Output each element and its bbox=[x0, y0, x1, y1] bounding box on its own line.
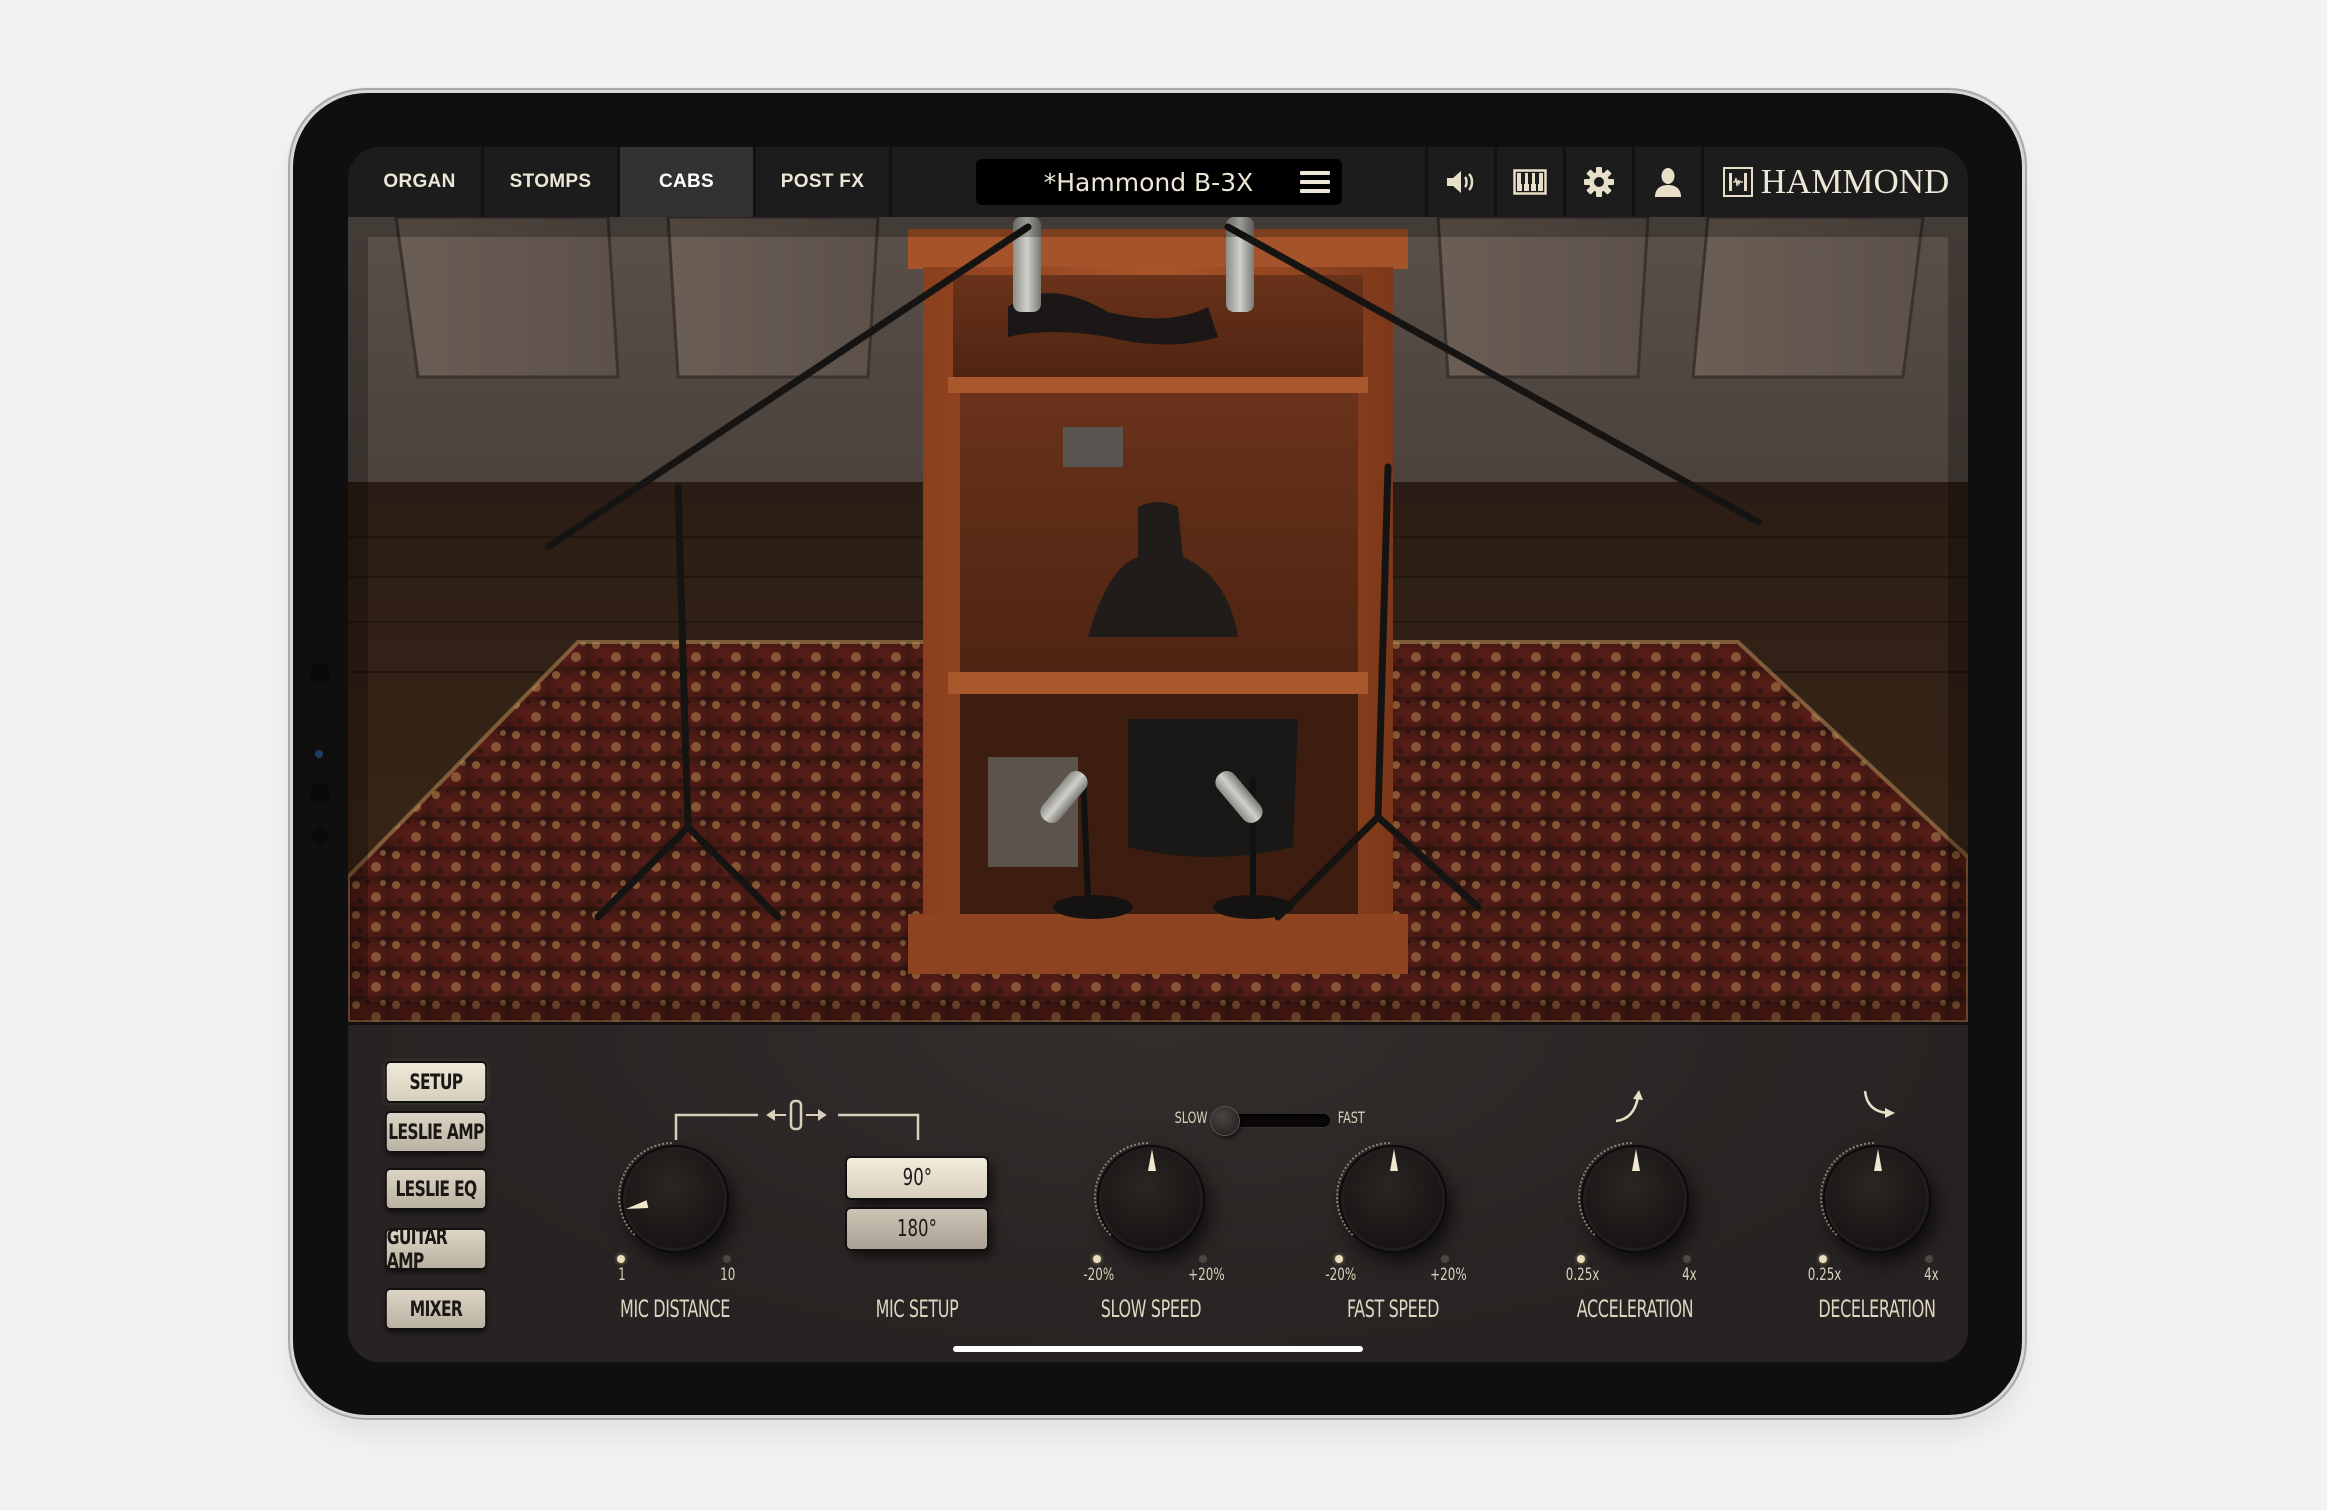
preset-selector[interactable]: *Hammond B-3X bbox=[975, 159, 1342, 205]
mic-setup-90-button[interactable]: 90° bbox=[847, 1158, 987, 1198]
min-label: 0.25x bbox=[1565, 1265, 1600, 1285]
home-indicator[interactable] bbox=[953, 1346, 1363, 1352]
max-indicator-dot bbox=[1925, 1255, 1933, 1263]
section-label: LESLIE AMP bbox=[388, 1120, 484, 1144]
speaker-volume-icon bbox=[1447, 171, 1474, 193]
section-label: LESLIE EQ bbox=[395, 1177, 477, 1201]
deceleration-control: 0.25x 4x DECELERATION bbox=[1777, 1105, 1968, 1325]
mic-setup-180-button[interactable]: 180° bbox=[847, 1209, 987, 1249]
mic-distance-knob[interactable] bbox=[618, 1142, 727, 1252]
tab-label: STOMPS bbox=[509, 171, 592, 192]
max-label: 4x bbox=[1924, 1265, 1939, 1285]
section-label: GUITAR AMP bbox=[386, 1225, 448, 1273]
mic-setup-label: MIC SETUP bbox=[875, 1295, 959, 1323]
tab-cabs[interactable]: CABS bbox=[620, 147, 756, 217]
deceleration-knob[interactable] bbox=[1820, 1142, 1929, 1252]
camera-dot-2 bbox=[310, 783, 330, 803]
tab-label: POST FX bbox=[780, 171, 865, 192]
section-button-guitar-amp[interactable]: GUITAR AMP bbox=[386, 1225, 486, 1273]
camera-dot-3 bbox=[312, 828, 328, 844]
cab-setup-panel: SETUP LESLIE AMP LESLIE EQ GUITAR AMP MI… bbox=[348, 1025, 1968, 1362]
section-label: SETUP bbox=[409, 1070, 464, 1094]
min-indicator-dot bbox=[1093, 1255, 1101, 1263]
min-label: 0.25x bbox=[1807, 1265, 1842, 1285]
volume-button[interactable] bbox=[1428, 147, 1497, 217]
acceleration-control: 0.25x 4x ACCELERATION bbox=[1535, 1105, 1735, 1325]
settings-button[interactable] bbox=[1566, 147, 1635, 217]
mic-distance-control: 1 10 MIC DISTANCE bbox=[575, 1105, 775, 1325]
hamburger-menu-icon[interactable] bbox=[1299, 171, 1330, 193]
section-button-leslie-eq[interactable]: LESLIE EQ bbox=[386, 1170, 486, 1208]
camera-dot-1 bbox=[310, 663, 330, 683]
user-icon bbox=[1655, 168, 1681, 197]
option-label: 180° bbox=[897, 1216, 937, 1242]
slow-speed-knob[interactable] bbox=[1094, 1142, 1203, 1252]
top-button-1 bbox=[413, 88, 463, 92]
studio-scene-illustration bbox=[348, 217, 1968, 1022]
fast-speed-label: FAST SPEED bbox=[1346, 1295, 1440, 1323]
section-button-mixer[interactable]: MIXER bbox=[386, 1290, 486, 1328]
tab-label: CABS bbox=[658, 171, 715, 192]
min-label: -20% bbox=[1083, 1265, 1115, 1285]
cabinet-scene-view bbox=[348, 217, 1968, 1022]
min-label: -20% bbox=[1325, 1265, 1357, 1285]
tab-organ[interactable]: ORGAN bbox=[348, 147, 484, 217]
max-label: 4x bbox=[1682, 1265, 1697, 1285]
acceleration-knob[interactable] bbox=[1578, 1142, 1687, 1252]
gear-icon bbox=[1584, 167, 1614, 197]
brand-name: HAMMOND bbox=[1760, 162, 1950, 201]
max-label: 10 bbox=[720, 1265, 736, 1285]
section-button-setup[interactable]: SETUP bbox=[386, 1063, 486, 1101]
min-indicator-dot bbox=[1819, 1255, 1827, 1263]
side-button bbox=[288, 175, 292, 235]
slow-speed-control: -20% +20% SLOW SPEED bbox=[1051, 1105, 1251, 1325]
tab-stomps[interactable]: STOMPS bbox=[484, 147, 620, 217]
min-label: 1 bbox=[618, 1265, 626, 1285]
section-label: MIXER bbox=[409, 1297, 463, 1321]
fast-speed-knob[interactable] bbox=[1336, 1142, 1445, 1252]
min-indicator-dot bbox=[1335, 1255, 1343, 1263]
acceleration-label: ACCELERATION bbox=[1576, 1295, 1694, 1323]
max-indicator-dot bbox=[1441, 1255, 1449, 1263]
mic-distance-label: MIC DISTANCE bbox=[620, 1295, 730, 1323]
min-indicator-dot bbox=[617, 1255, 625, 1263]
app-screen: ORGAN STOMPS CABS POST FX *Hammond B-3X bbox=[348, 147, 1968, 1362]
max-label: +20% bbox=[1430, 1265, 1467, 1285]
max-indicator-dot bbox=[723, 1255, 731, 1263]
hammond-logo-mark-icon bbox=[1722, 167, 1753, 197]
fast-speed-control: -20% +20% FAST SPEED bbox=[1293, 1105, 1493, 1325]
tab-label: ORGAN bbox=[383, 171, 456, 192]
keyboard-icon bbox=[1513, 169, 1547, 195]
account-button[interactable] bbox=[1635, 147, 1704, 217]
top-nav-bar: ORGAN STOMPS CABS POST FX *Hammond B-3X bbox=[348, 147, 1968, 217]
deceleration-label: DECELERATION bbox=[1818, 1295, 1936, 1323]
min-indicator-dot bbox=[1577, 1255, 1585, 1263]
section-button-leslie-amp[interactable]: LESLIE AMP bbox=[386, 1113, 486, 1151]
max-indicator-dot bbox=[1199, 1255, 1207, 1263]
keyboard-button[interactable] bbox=[1497, 147, 1566, 217]
slow-speed-label: SLOW SPEED bbox=[1100, 1295, 1202, 1323]
top-button-2 bbox=[488, 88, 548, 92]
max-indicator-dot bbox=[1683, 1255, 1691, 1263]
hammond-logo: HAMMOND bbox=[1704, 147, 1968, 217]
preset-name: *Hammond B-3X bbox=[1043, 167, 1254, 197]
tab-post-fx[interactable]: POST FX bbox=[756, 147, 892, 217]
max-label: +20% bbox=[1188, 1265, 1225, 1285]
preset-area: *Hammond B-3X bbox=[892, 147, 1428, 217]
camera-sensor bbox=[315, 750, 323, 758]
option-label: 90° bbox=[902, 1165, 932, 1191]
